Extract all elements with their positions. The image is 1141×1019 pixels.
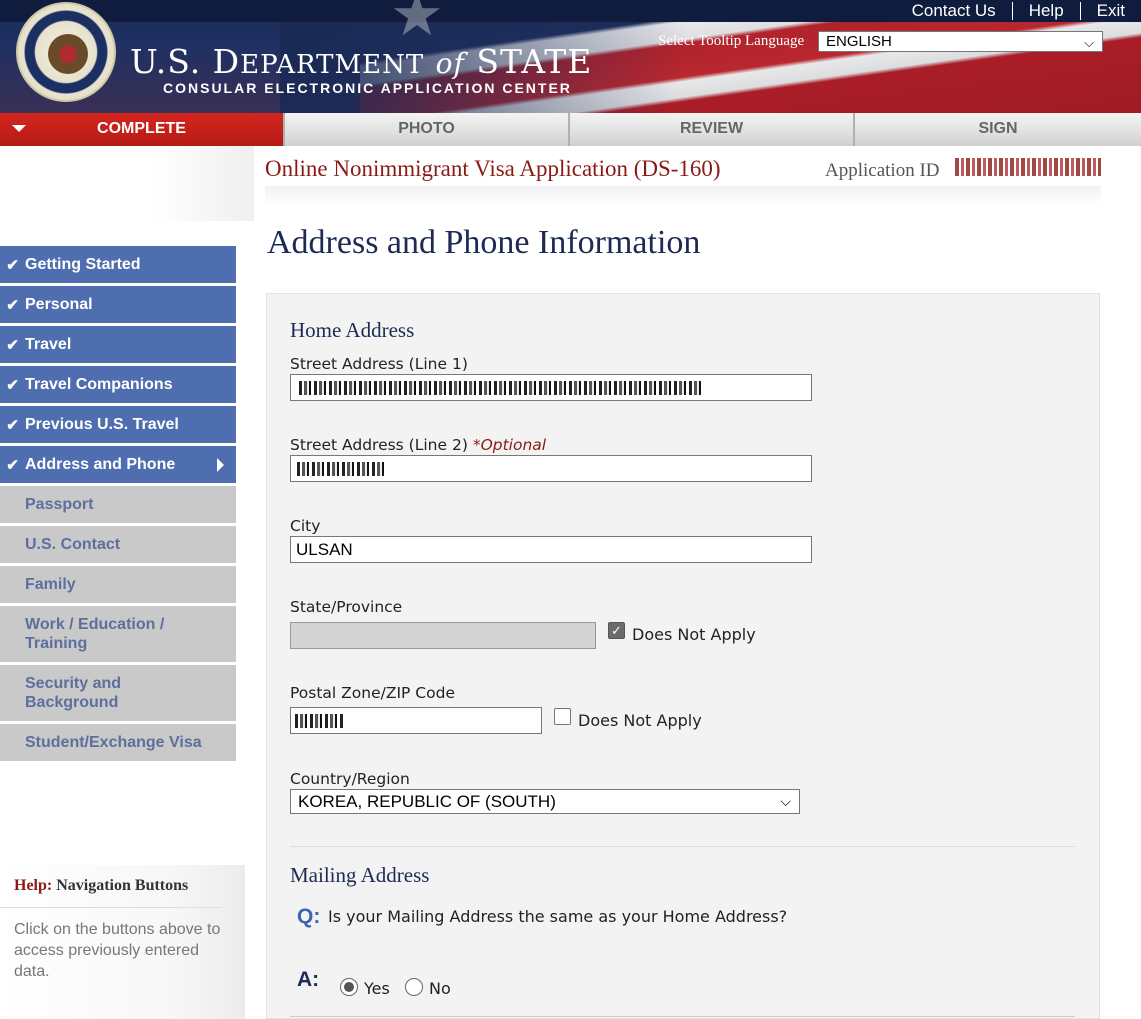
redacted-text [297,462,387,476]
question-marker: Q: [297,905,321,928]
help-link[interactable]: Help [1011,2,1080,20]
zip-does-not-apply-label: Does Not Apply [578,711,702,730]
tooltip-language-label: Select Tooltip Language [658,33,805,49]
state-does-not-apply-label: Does Not Apply [632,625,756,644]
tab-sign[interactable]: SIGN [855,113,1141,146]
redacted-text [295,714,345,728]
help-title: Help: Navigation Buttons [14,877,189,894]
eagle-icon [48,34,88,74]
sidebar-item-travel-companions[interactable]: ✔ Travel Companions [0,366,236,403]
city-label: City [290,517,321,535]
street1-input[interactable] [290,374,812,401]
street1-label: Street Address (Line 1) [290,355,468,373]
checkmark-icon: ✔ [6,416,19,434]
department-seal-icon [16,2,116,102]
tab-review[interactable]: REVIEW [570,113,855,146]
application-title: Online Nonimmigrant Visa Application (DS… [265,156,721,181]
street2-input[interactable] [290,455,812,482]
mailing-same-yes-radio[interactable] [340,978,358,996]
checkmark-icon: ✔ [6,336,19,354]
tab-photo[interactable]: PHOTO [285,113,570,146]
country-label: Country/Region [290,770,410,788]
home-address-heading: Home Address [290,318,415,342]
help-text: Click on the buttons above to access pre… [14,921,221,980]
sidebar-item-passport: Passport [0,486,236,523]
checkmark-icon: ✔ [6,376,19,394]
checkmark-icon: ✔ [6,256,19,274]
contact-us-link[interactable]: Contact Us [896,2,1012,20]
mailing-same-no-label: No [429,979,451,998]
sidebar-item-family: Family [0,566,236,603]
exit-link[interactable]: Exit [1079,2,1141,20]
sidebar-item-student-exchange-visa: Student/Exchange Visa [0,724,236,761]
sidebar-item-work-education-training: Work / Education / Training [0,606,236,662]
sidebar-item-personal[interactable]: ✔ Personal [0,286,236,323]
application-id-label: Application ID [825,160,940,181]
street2-label: Street Address (Line 2) *Optional [290,436,547,454]
section-divider [290,846,1075,847]
tab-complete[interactable]: COMPLETE [0,113,285,146]
mailing-same-no-radio[interactable] [405,978,423,996]
department-subtitle: CONSULAR ELECTRONIC APPLICATION CENTER [163,80,572,96]
page-title: Address and Phone Information [267,224,701,261]
mailing-same-yes-label: Yes [364,979,390,998]
zip-does-not-apply-checkbox[interactable] [554,708,571,725]
checkmark-icon: ✔ [6,456,19,474]
zip-input[interactable] [290,707,542,734]
sidebar-item-travel[interactable]: ✔ Travel [0,326,236,363]
country-select[interactable]: KOREA, REPUBLIC OF (SOUTH) ⌵ [290,789,800,814]
help-box: Help: Navigation Buttons Click on the bu… [0,865,245,1019]
mailing-same-question: Is your Mailing Address the same as your… [328,907,788,926]
sidebar-item-security-background: Security and Background [0,665,236,721]
sidebar-item-address-and-phone[interactable]: ✔ Address and Phone [0,446,236,483]
sidebar-item-getting-started[interactable]: ✔ Getting Started [0,246,236,283]
redacted-text [299,381,704,395]
tooltip-language-select[interactable]: ENGLISH ⌵ [818,31,1103,52]
zip-label: Postal Zone/ZIP Code [290,684,455,702]
mailing-address-heading: Mailing Address [290,863,430,887]
top-links: Contact Us Help Exit [896,0,1141,22]
answer-marker: A: [297,968,320,991]
application-id-value-redacted [955,158,1101,176]
caret-right-icon [217,458,224,472]
sidebar-item-previous-us-travel[interactable]: ✔ Previous U.S. Travel [0,406,236,443]
sidebar-nav: ✔ Getting Started ✔ Personal ✔ Travel ✔ … [0,246,236,764]
sidebar-item-us-contact: U.S. Contact [0,526,236,563]
chevron-down-icon: ⌵ [1084,35,1094,50]
chevron-down-icon: ⌵ [780,793,791,809]
department-title: U.S. DEPARTMENT of STATE [130,42,593,81]
step-tabs: COMPLETE PHOTO REVIEW SIGN [0,113,1141,146]
checkmark-icon: ✔ [6,296,19,314]
state-input [290,622,596,649]
site-header: ★ U.S. DEPARTMENT of STATE CONSULAR ELEC… [0,0,1141,113]
city-input[interactable]: ULSAN [290,536,812,563]
caret-down-icon [12,125,26,132]
state-label: State/Province [290,598,403,616]
state-does-not-apply-checkbox[interactable]: ✓ [608,622,625,639]
